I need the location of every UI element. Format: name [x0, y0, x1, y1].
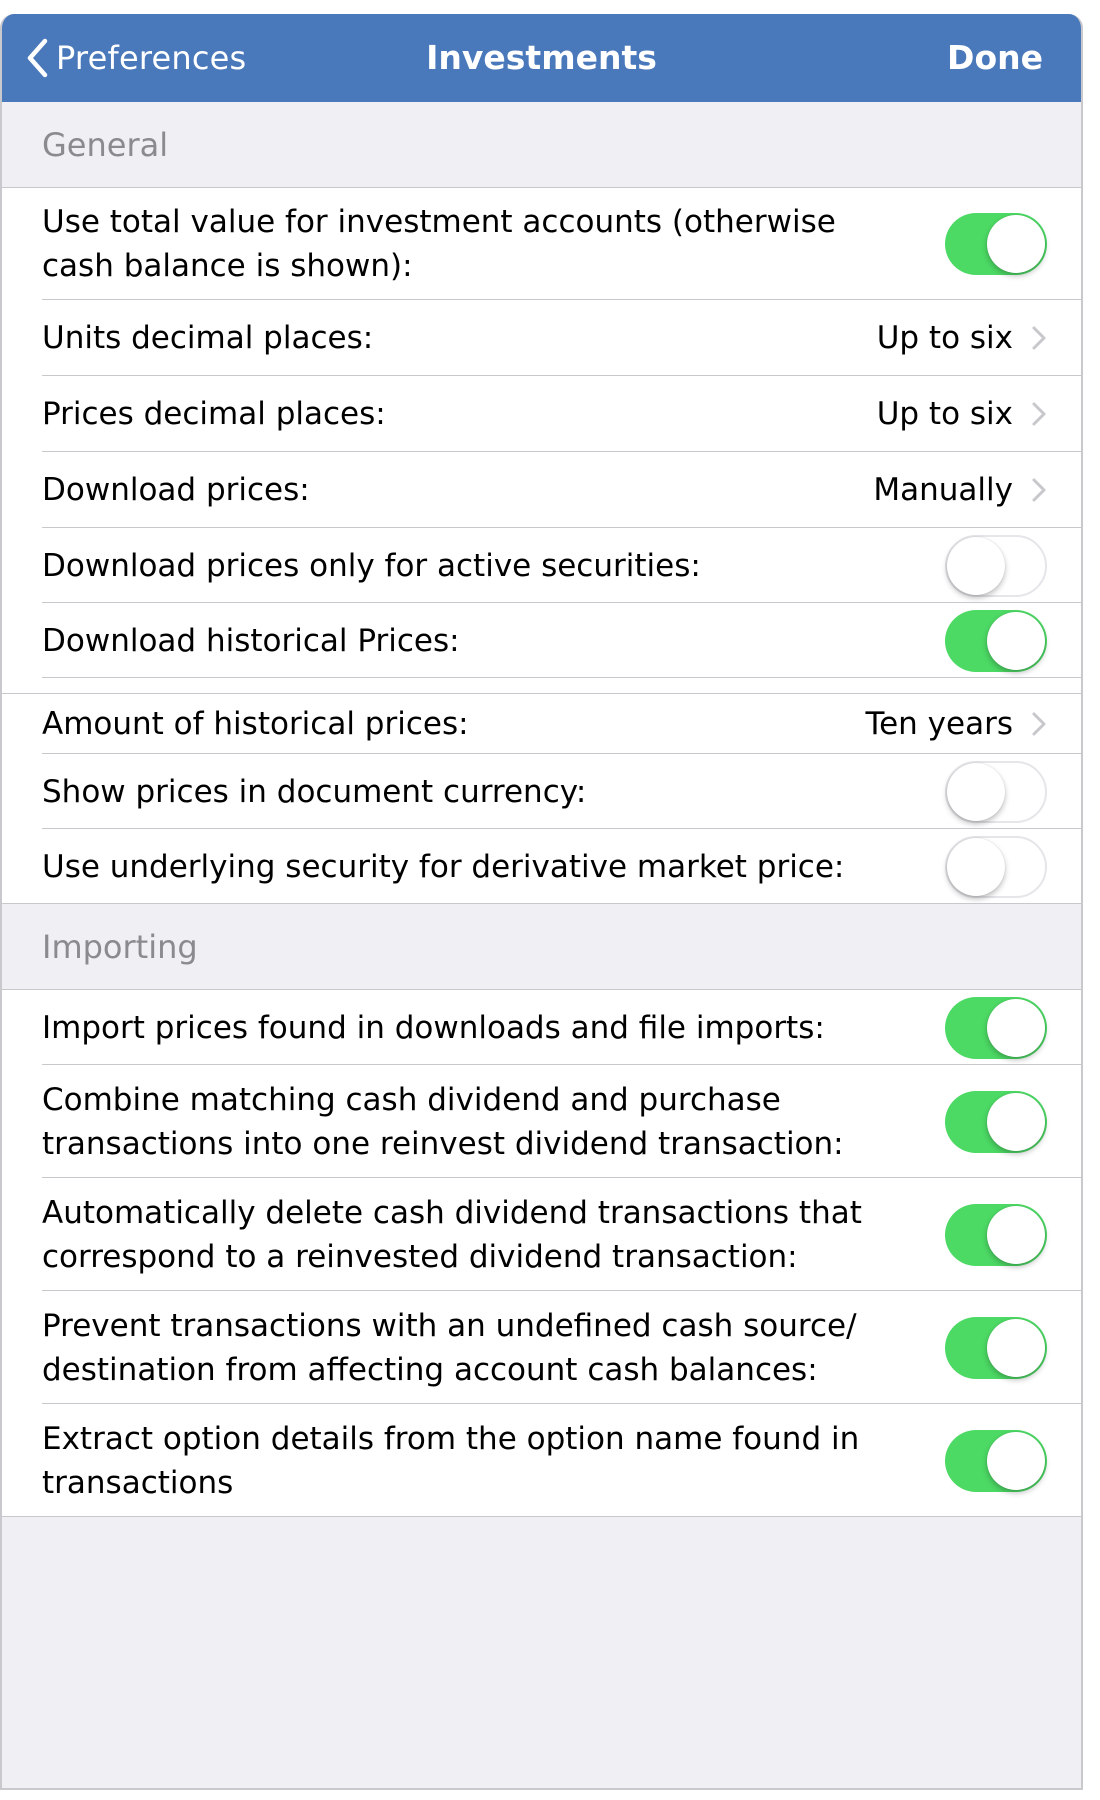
toggle-import-prices[interactable] [945, 996, 1047, 1059]
row-historical-prices: Download historical Prices: [2, 603, 1081, 678]
toggle-knob [987, 1431, 1045, 1490]
row-label: Prevent transactions with an undefined c… [42, 1307, 857, 1388]
toggle-document-currency[interactable] [945, 760, 1047, 823]
row-prices-decimal-places[interactable]: Prices decimal places: Up to six [2, 376, 1081, 452]
row-auto-delete-dividend: Automatically delete cash dividend trans… [2, 1178, 1081, 1291]
toggle-combine-dividend[interactable] [945, 1090, 1047, 1153]
row-value: Manually [873, 472, 1013, 508]
toggle-knob [987, 998, 1045, 1057]
section-header-general: General [2, 102, 1081, 188]
row-value: Up to six [876, 320, 1013, 356]
row-import-prices: Import prices found in downloads and fil… [2, 990, 1081, 1065]
row-label: Download prices only for active securiti… [42, 547, 701, 584]
toggle-extract-option-details[interactable] [945, 1429, 1047, 1492]
toggle-total-value[interactable] [945, 213, 1047, 275]
toggle-knob [947, 837, 1005, 896]
row-download-prices[interactable]: Download prices: Manually [2, 452, 1081, 528]
importing-group: Import prices found in downloads and fil… [2, 990, 1081, 1517]
row-label: Download historical Prices: [42, 622, 460, 659]
row-total-value: Use total value for investment accounts … [2, 188, 1081, 300]
toggle-auto-delete-dividend[interactable] [945, 1203, 1047, 1266]
settings-window: Preferences Investments Done General Use… [0, 14, 1083, 1790]
toggle-knob [987, 1318, 1045, 1377]
chevron-left-icon [27, 38, 48, 78]
row-units-decimal-places[interactable]: Units decimal places: Up to six [2, 300, 1081, 376]
toggle-knob [947, 762, 1005, 821]
back-button-label: Preferences [56, 39, 247, 77]
settings-content: General Use total value for investment a… [2, 102, 1081, 1517]
section-header-importing: Importing [2, 904, 1081, 990]
toggle-knob [987, 611, 1045, 670]
toggle-knob [987, 1205, 1045, 1264]
toggle-prevent-undefined-cash[interactable] [945, 1316, 1047, 1379]
toggle-knob [947, 536, 1005, 595]
toggle-knob [987, 1092, 1045, 1151]
row-label: Combine matching cash dividend and purch… [42, 1081, 844, 1162]
back-button[interactable]: Preferences [26, 14, 246, 102]
chevron-right-icon [1032, 402, 1046, 426]
chevron-right-icon [1032, 712, 1046, 736]
row-label: Automatically delete cash dividend trans… [42, 1194, 862, 1275]
row-combine-dividend: Combine matching cash dividend and purch… [2, 1065, 1081, 1178]
row-prevent-undefined-cash: Prevent transactions with an undefined c… [2, 1291, 1081, 1404]
row-label: Show prices in document currency: [42, 773, 587, 810]
row-label: Use underlying security for derivative m… [42, 848, 845, 885]
toggle-historical-prices[interactable] [945, 609, 1047, 672]
row-label: Import prices found in downloads and fil… [42, 1009, 825, 1046]
toggle-underlying-security[interactable] [945, 835, 1047, 898]
general-group: Use total value for investment accounts … [2, 188, 1081, 904]
row-label: Extract option details from the option n… [42, 1420, 860, 1501]
row-label: Download prices: [42, 472, 310, 508]
navigation-bar: Preferences Investments Done [2, 14, 1081, 102]
chevron-right-icon [1032, 326, 1046, 350]
toggle-knob [987, 215, 1045, 273]
row-value: Up to six [876, 396, 1013, 432]
row-divider [2, 678, 1081, 694]
chevron-right-icon [1032, 478, 1046, 502]
row-extract-option-details: Extract option details from the option n… [2, 1404, 1081, 1517]
row-document-currency: Show prices in document currency: [2, 754, 1081, 829]
row-underlying-security: Use underlying security for derivative m… [2, 829, 1081, 904]
row-label: Use total value for investment accounts … [42, 204, 836, 284]
row-historical-amount[interactable]: Amount of historical prices: Ten years [2, 694, 1081, 754]
row-label: Prices decimal places: [42, 396, 386, 432]
done-button[interactable]: Done [947, 14, 1043, 102]
toggle-active-securities[interactable] [945, 534, 1047, 597]
row-value: Ten years [865, 706, 1013, 742]
row-label: Amount of historical prices: [42, 706, 469, 742]
row-active-securities: Download prices only for active securiti… [2, 528, 1081, 603]
row-label: Units decimal places: [42, 320, 374, 356]
